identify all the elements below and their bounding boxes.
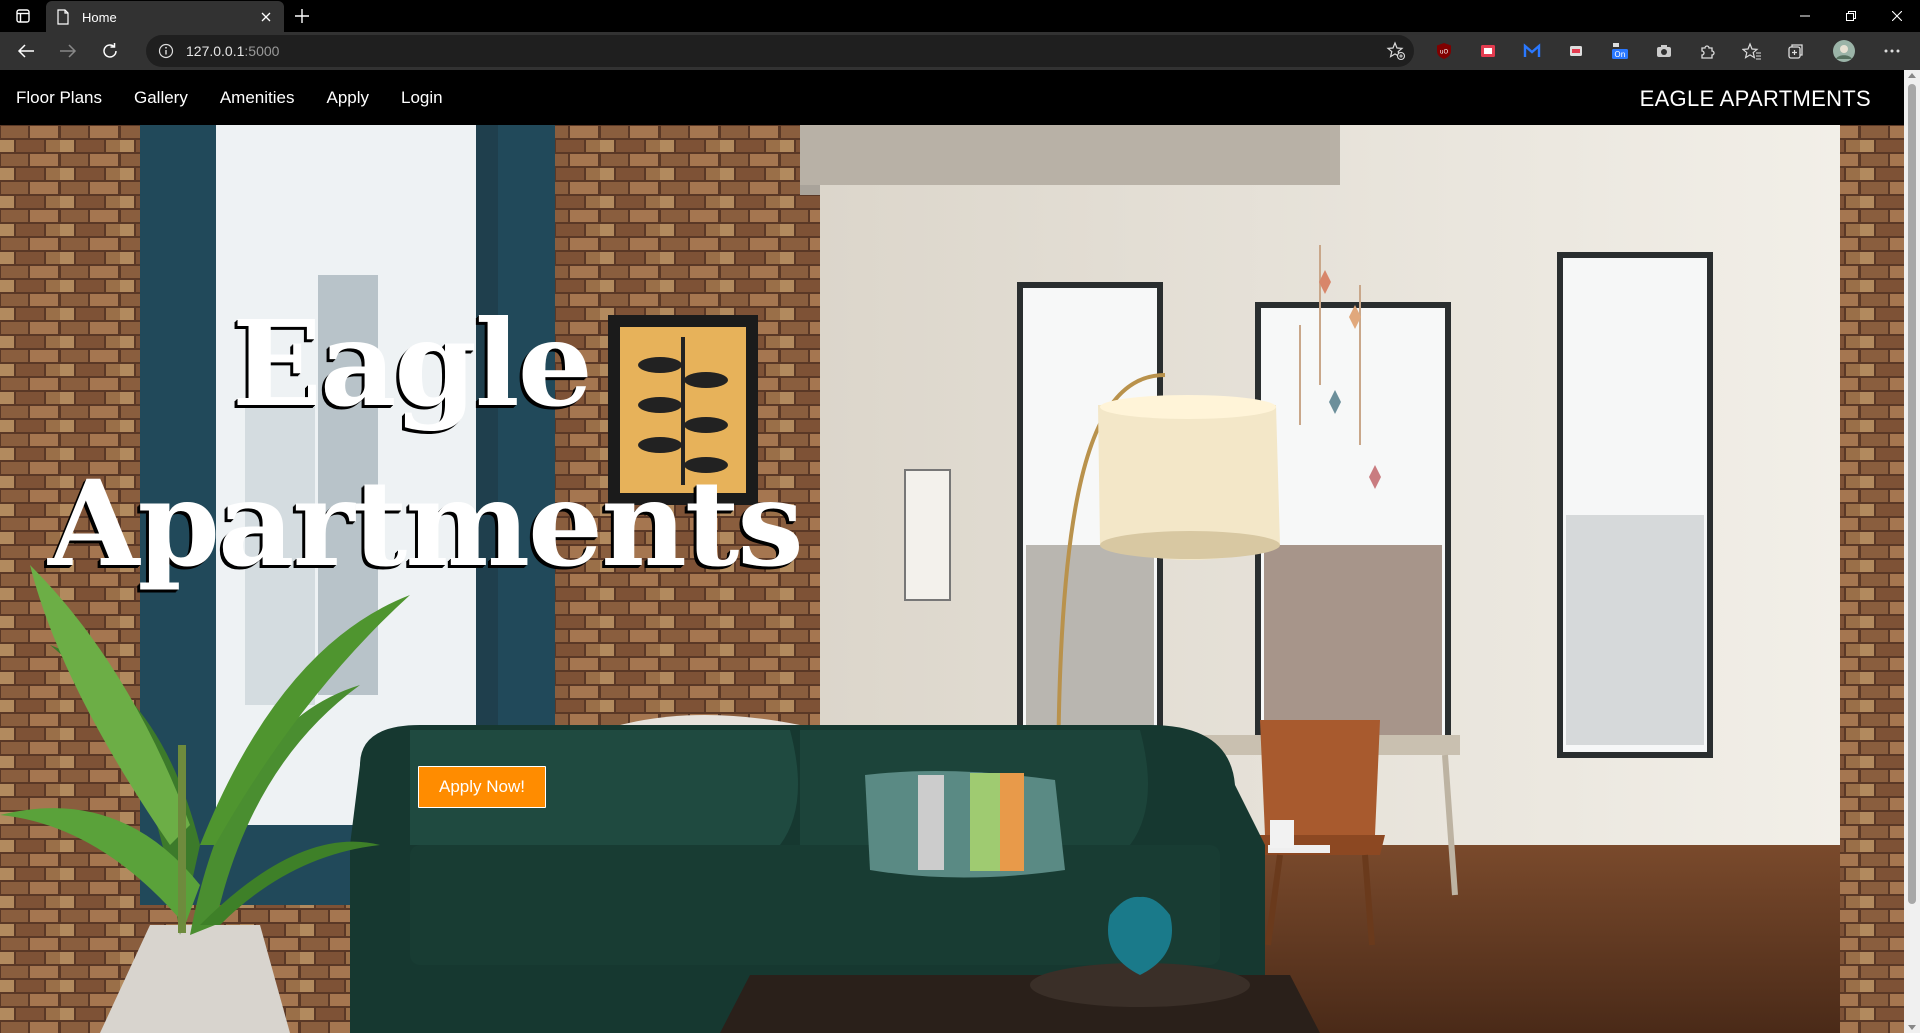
nav-gallery[interactable]: Gallery [134, 70, 188, 125]
tab-title: Home [82, 9, 117, 25]
add-favorite-icon[interactable] [1386, 41, 1406, 61]
reload-icon [103, 43, 117, 58]
new-tab-button[interactable] [284, 0, 320, 32]
reload-button[interactable] [92, 35, 128, 67]
back-button[interactable] [8, 35, 44, 67]
nav-floor-plans[interactable]: Floor Plans [16, 70, 102, 125]
pdf-icon[interactable] [1472, 35, 1504, 67]
scroll-up-icon[interactable] [1908, 73, 1916, 78]
minimize-icon [1800, 15, 1810, 17]
restore-button[interactable] [1828, 0, 1874, 32]
address-toolbar: 127.0.0.1:5000 uO On [0, 32, 1920, 70]
favorites-icon[interactable] [1736, 35, 1768, 67]
plus-icon [295, 9, 309, 23]
mail-icon[interactable] [1516, 35, 1548, 67]
on-badge-icon[interactable]: On [1604, 35, 1636, 67]
forward-arrow-icon [60, 44, 77, 58]
hero-title-line2: Apartments [48, 454, 804, 593]
print-icon[interactable] [1560, 35, 1592, 67]
ublock-icon[interactable]: uO [1428, 35, 1460, 67]
page-icon [57, 9, 69, 25]
profile-avatar[interactable] [1828, 35, 1860, 67]
nav-login[interactable]: Login [401, 70, 443, 125]
web-page: Floor Plans Gallery Amenities Apply Logi… [0, 70, 1904, 1033]
page-scrollbar[interactable] [1904, 70, 1920, 1033]
restore-icon [1846, 11, 1856, 21]
nav-amenities[interactable]: Amenities [220, 70, 295, 125]
browser-tab-home[interactable]: Home [46, 1, 284, 33]
url-text: 127.0.0.1:5000 [186, 43, 279, 59]
nav-apply[interactable]: Apply [326, 70, 369, 125]
tab-strip: Home [0, 0, 1920, 33]
address-bar[interactable]: 127.0.0.1:5000 [146, 35, 1414, 67]
close-icon [1892, 11, 1902, 21]
url-host: 127.0.0.1 [186, 43, 245, 59]
camera-icon[interactable] [1648, 35, 1680, 67]
puzzle-icon[interactable] [1692, 35, 1724, 67]
apply-now-button[interactable]: Apply Now! [418, 766, 546, 808]
svg-text:On: On [1614, 50, 1625, 59]
close-window-button[interactable] [1874, 0, 1920, 32]
tab-actions-button[interactable] [0, 0, 46, 32]
info-icon[interactable] [158, 43, 174, 59]
scroll-down-icon[interactable] [1908, 1025, 1916, 1030]
tab-actions-icon [16, 9, 30, 23]
hero-section: Eagle Apartments Apply Now! [0, 125, 1904, 1033]
hero-title-line1: Eagle [232, 294, 593, 433]
svg-text:uO: uO [1440, 49, 1449, 56]
forward-button[interactable] [50, 35, 86, 67]
url-port: :5000 [244, 43, 280, 59]
back-arrow-icon [17, 44, 34, 58]
more-icon[interactable] [1876, 35, 1908, 67]
site-navbar: Floor Plans Gallery Amenities Apply Logi… [0, 70, 1904, 125]
close-tab-icon[interactable] [258, 9, 274, 25]
collections-icon[interactable] [1780, 35, 1812, 67]
minimize-button[interactable] [1782, 0, 1828, 32]
scrollbar-thumb[interactable] [1908, 84, 1916, 904]
brand-logo-text[interactable]: EAGLE APARTMENTS [1640, 70, 1871, 127]
